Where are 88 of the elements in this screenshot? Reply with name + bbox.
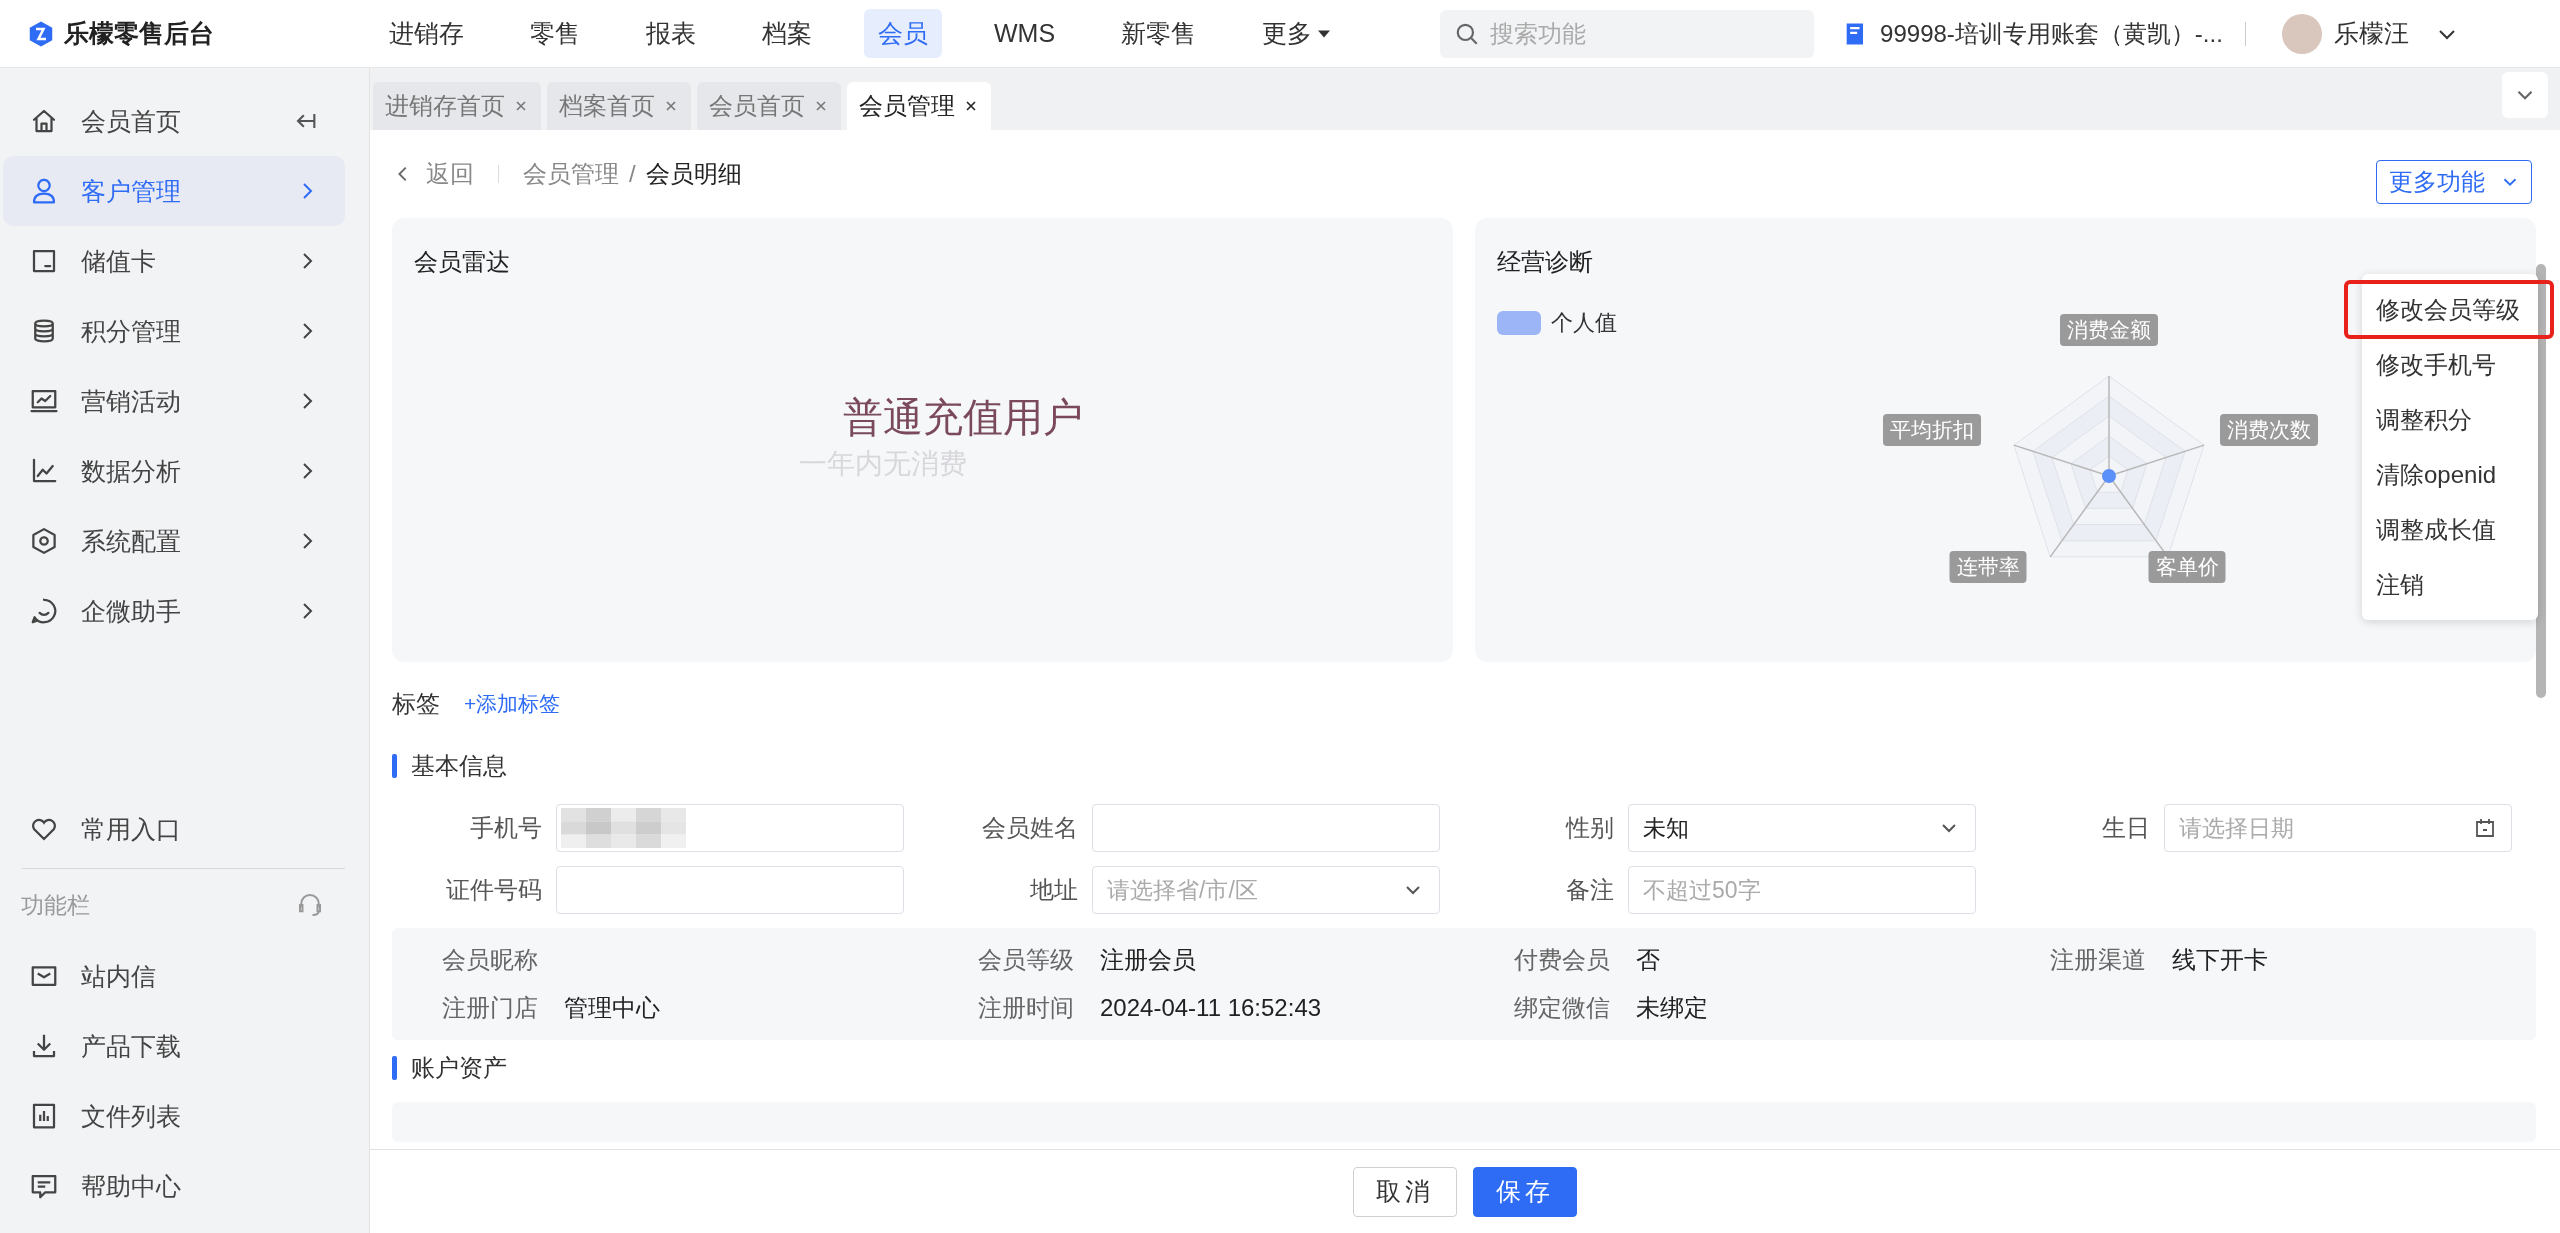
section-marker	[392, 754, 397, 778]
field-label: 会员姓名	[981, 813, 1078, 843]
page-tab[interactable]: 会员管理	[847, 82, 991, 130]
more-functions-button[interactable]: 更多功能	[2376, 160, 2532, 204]
page-tab[interactable]: 档案首页	[547, 82, 691, 130]
menu-item[interactable]: 调整积分	[2362, 392, 2538, 447]
nav-item[interactable]: 进销存	[375, 9, 478, 58]
user-name[interactable]: 乐檬汪	[2333, 17, 2409, 50]
indicator-label: 平均折扣	[1883, 414, 1981, 446]
select-field[interactable]: 未知	[1628, 804, 1976, 852]
section-marker	[392, 1056, 397, 1080]
nav-item[interactable]: 更多	[1248, 9, 1345, 58]
nav-item[interactable]: 零售	[516, 9, 594, 58]
page-tab[interactable]: 进销存首页	[373, 82, 541, 130]
sidebar-item[interactable]: 储值卡	[3, 226, 345, 296]
field-label: 备注	[1565, 875, 1614, 905]
info-value: 线下开卡	[2172, 945, 2268, 975]
info-label: 会员昵称	[442, 945, 538, 975]
indicator-label: 消费金额	[2060, 314, 2158, 346]
favorites-item[interactable]: 常用入口	[3, 794, 345, 864]
avatar[interactable]	[2281, 13, 2322, 54]
section-label: 功能栏	[21, 890, 90, 920]
nav-item[interactable]: 新零售	[1107, 9, 1211, 58]
indicator-label: 消费次数	[2220, 414, 2318, 446]
sidebar-item[interactable]: 帮助中心	[3, 1151, 345, 1221]
indicator-label: 连带率	[1949, 551, 2027, 583]
menu-item[interactable]: 注销	[2362, 557, 2538, 612]
cancel-button[interactable]: 取消	[1353, 1166, 1457, 1217]
info-value: 管理中心	[564, 993, 660, 1023]
field-label: 性别	[1564, 813, 1614, 843]
save-button[interactable]: 保存	[1473, 1166, 1577, 1217]
page-tab[interactable]: 会员首页	[697, 82, 841, 130]
info-label: 付费会员	[1514, 945, 1610, 975]
field-label: 证件号码	[445, 875, 542, 905]
menu-item[interactable]: 修改手机号	[2362, 337, 2538, 392]
info-label: 注册渠道	[2050, 945, 2146, 975]
sidebar-item[interactable]: 营销活动	[3, 366, 345, 436]
sidebar-item[interactable]: 系统配置	[3, 506, 345, 576]
indicator-label: 客单价	[2148, 551, 2226, 583]
section-title: 基本信息	[411, 751, 507, 781]
back-link[interactable]: 返回	[392, 158, 474, 190]
sidebar-item[interactable]: 会员首页	[3, 86, 345, 156]
menu-item[interactable]: 修改会员等级	[2346, 282, 2552, 337]
member-type-text: 普通充值用户	[842, 393, 1083, 441]
info-label: 注册门店	[442, 993, 538, 1023]
info-label: 注册时间	[978, 993, 1074, 1023]
breadcrumb-link[interactable]: 会员管理	[523, 158, 619, 190]
field-label: 生日	[2101, 813, 2150, 843]
card-title: 会员雷达	[414, 247, 511, 277]
menu-item[interactable]: 调整成长值	[2362, 502, 2538, 557]
chat-icon	[29, 596, 59, 626]
info-value: 未绑定	[1636, 993, 1708, 1023]
info-label: 绑定微信	[1514, 993, 1610, 1023]
breadcrumb-separator: /	[629, 160, 636, 188]
hexagon-icon	[29, 526, 59, 556]
brand-name: 乐檬零售后台	[64, 18, 214, 49]
sidebar-item[interactable]: 产品下载	[3, 1011, 345, 1081]
sidebar-item[interactable]: 数据分析	[3, 436, 345, 506]
field-label: 手机号	[469, 813, 542, 843]
nav-item[interactable]: 报表	[632, 9, 710, 58]
input-field[interactable]	[556, 804, 904, 852]
sidebar-item[interactable]: 积分管理	[3, 296, 345, 366]
input-field[interactable]	[556, 866, 904, 914]
legend-label: 个人值	[1551, 309, 1617, 337]
calendar-icon	[2473, 816, 2497, 840]
sidebar-item[interactable]: 文件列表	[3, 1081, 345, 1151]
card-title: 经营诊断	[1497, 247, 1594, 277]
info-value: 2024-04-11 16:52:43	[1100, 994, 1322, 1022]
info-value: 注册会员	[1100, 945, 1196, 975]
info-label: 会员等级	[978, 945, 1074, 975]
menu-item[interactable]: 清除openid	[2362, 447, 2538, 502]
nav-item[interactable]: 档案	[748, 9, 826, 58]
search-field[interactable]: 搜索功能	[1440, 9, 1815, 58]
sidebar-item[interactable]: 客户管理	[3, 156, 345, 226]
input-field[interactable]	[1092, 804, 1440, 852]
nav-item[interactable]: 会员	[864, 9, 942, 58]
tags-label: 标签	[392, 689, 440, 719]
sidebar-item[interactable]: 站内信	[3, 941, 345, 1011]
page-title: 会员明细	[645, 159, 742, 189]
account-name[interactable]: 99998-培训专用账套（黄凯）-...	[1880, 17, 2223, 50]
field-label: 地址	[1029, 875, 1078, 905]
tabs-menu-button[interactable]	[2502, 72, 2548, 118]
add-tag-link[interactable]: +添加标签	[464, 690, 561, 718]
section-title: 账户资产	[411, 1053, 507, 1083]
info-value: 否	[1636, 945, 1660, 975]
sidebar-item[interactable]: 企微助手	[3, 576, 345, 646]
caret-icon	[1318, 29, 1331, 38]
nav-item[interactable]: WMS	[980, 11, 1070, 56]
